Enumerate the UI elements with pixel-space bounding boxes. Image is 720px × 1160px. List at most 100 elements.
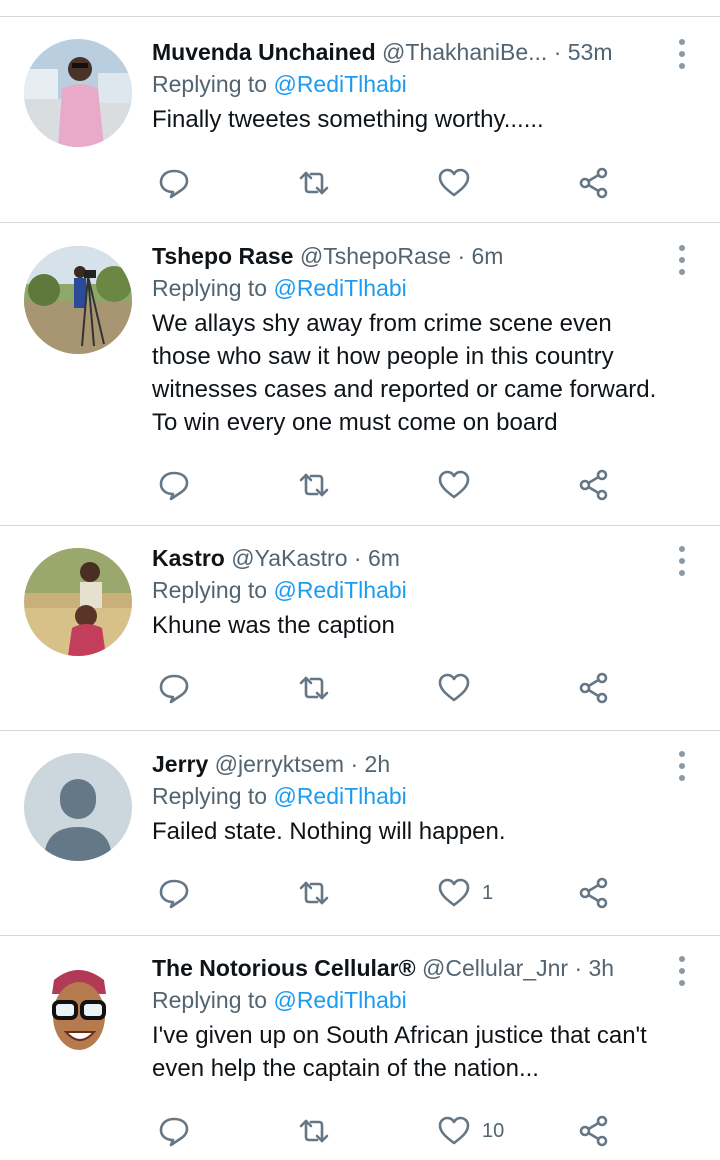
display-name[interactable]: Muvenda Unchained xyxy=(152,39,376,65)
timestamp[interactable]: · 53m xyxy=(554,39,613,65)
retweet-icon xyxy=(299,473,329,497)
mention-link[interactable]: @RediTlhabi xyxy=(273,71,406,97)
share-icon xyxy=(579,167,608,199)
tweet-header: Muvenda Unchained @ThakhaniBe... · 53m xyxy=(152,37,674,67)
retweet-button[interactable] xyxy=(296,875,332,911)
display-name[interactable]: The Notorious Cellular® xyxy=(152,955,416,981)
mention-link[interactable]: @RediTlhabi xyxy=(273,783,406,809)
tweet-header: Jerry @jerryktsem · 2h xyxy=(152,749,674,779)
mention-link[interactable]: @RediTlhabi xyxy=(273,577,406,603)
tweet-item[interactable]: Jerry @jerryktsem · 2h Replying to @Redi… xyxy=(0,731,720,936)
like-button[interactable]: 1 xyxy=(436,875,493,911)
display-name[interactable]: Kastro xyxy=(152,545,225,571)
reply-button[interactable] xyxy=(156,1113,192,1149)
share-icon xyxy=(579,672,608,704)
like-button[interactable] xyxy=(436,165,482,201)
avatar[interactable] xyxy=(24,39,132,147)
replying-to: Replying to @RediTlhabi xyxy=(152,273,674,303)
share-icon xyxy=(579,877,608,909)
tweet-text: I've given up on South African justice t… xyxy=(152,1022,647,1082)
replying-to: Replying to @RediTlhabi xyxy=(152,985,674,1015)
timestamp[interactable]: · 3h xyxy=(574,955,614,981)
replying-label: Replying to xyxy=(152,783,268,809)
share-button[interactable] xyxy=(576,467,612,503)
timestamp[interactable]: · 6m xyxy=(457,243,503,269)
handle[interactable]: @TshepoRase xyxy=(300,243,451,269)
like-icon xyxy=(438,1116,470,1145)
share-icon xyxy=(579,469,608,501)
tweet-actions xyxy=(152,467,632,503)
handle[interactable]: @ThakhaniBe... xyxy=(382,39,547,65)
reply-button[interactable] xyxy=(156,165,192,201)
mention-link[interactable]: @RediTlhabi xyxy=(273,987,406,1013)
tweet-item[interactable]: Kastro @YaKastro · 6m Replying to @RediT… xyxy=(0,526,720,731)
share-button[interactable] xyxy=(576,670,612,706)
more-icon[interactable] xyxy=(678,751,686,787)
reply-icon xyxy=(159,1117,189,1147)
tweet-item[interactable]: Tshepo Rase @TshepoRase · 6m Replying to… xyxy=(0,223,720,526)
like-count: 10 xyxy=(482,1119,505,1142)
reply-icon xyxy=(159,674,189,704)
reply-button[interactable] xyxy=(156,467,192,503)
more-icon[interactable] xyxy=(678,245,686,281)
share-icon xyxy=(579,1115,608,1147)
retweet-button[interactable] xyxy=(296,1113,332,1149)
like-count: 1 xyxy=(482,881,494,904)
handle[interactable]: @jerryktsem xyxy=(215,751,344,777)
tweet-text: We allays shy away from crime scene even… xyxy=(152,310,657,436)
tweet-actions: 10 xyxy=(152,1113,632,1149)
more-icon[interactable] xyxy=(678,39,686,75)
like-icon xyxy=(438,470,470,499)
more-icon[interactable] xyxy=(678,546,686,582)
tweet-item[interactable]: Muvenda Unchained @ThakhaniBe... · 53m R… xyxy=(0,17,720,223)
timestamp[interactable]: · 2h xyxy=(350,751,390,777)
tweet-header: The Notorious Cellular® @Cellular_Jnr · … xyxy=(152,953,674,983)
tweet-header: Kastro @YaKastro · 6m xyxy=(152,543,674,573)
like-button[interactable] xyxy=(436,670,482,706)
top-divider xyxy=(0,0,720,17)
retweet-icon xyxy=(299,881,329,905)
more-icon[interactable] xyxy=(678,956,686,992)
avatar[interactable] xyxy=(24,753,132,861)
retweet-button[interactable] xyxy=(296,467,332,503)
handle[interactable]: @Cellular_Jnr xyxy=(422,955,568,981)
avatar[interactable] xyxy=(24,958,132,1066)
replying-to: Replying to @RediTlhabi xyxy=(152,575,674,605)
replying-label: Replying to xyxy=(152,71,268,97)
reply-button[interactable] xyxy=(156,875,192,911)
tweet-actions: 1 xyxy=(152,875,632,911)
reply-icon xyxy=(159,169,189,199)
handle[interactable]: @YaKastro xyxy=(231,545,347,571)
retweet-icon xyxy=(299,676,329,700)
share-button[interactable] xyxy=(576,1113,612,1149)
tweet-item[interactable]: The Notorious Cellular® @Cellular_Jnr · … xyxy=(0,936,720,1160)
replying-to: Replying to @RediTlhabi xyxy=(152,69,674,99)
display-name[interactable]: Jerry xyxy=(152,751,208,777)
tweet-text: Failed state. Nothing will happen. xyxy=(152,818,506,845)
like-button[interactable] xyxy=(436,467,482,503)
like-icon xyxy=(438,673,470,702)
like-icon xyxy=(438,168,470,197)
retweet-icon xyxy=(299,171,329,195)
reply-icon xyxy=(159,471,189,501)
tweet-text: Khune was the caption xyxy=(152,612,395,639)
mention-link[interactable]: @RediTlhabi xyxy=(273,275,406,301)
retweet-button[interactable] xyxy=(296,670,332,706)
tweet-header: Tshepo Rase @TshepoRase · 6m xyxy=(152,241,674,271)
retweet-icon xyxy=(299,1119,329,1143)
replying-label: Replying to xyxy=(152,987,268,1013)
avatar[interactable] xyxy=(24,246,132,354)
tweet-text: Finally tweetes something worthy...... xyxy=(152,106,544,133)
display-name[interactable]: Tshepo Rase xyxy=(152,243,293,269)
replying-label: Replying to xyxy=(152,577,268,603)
like-button[interactable]: 10 xyxy=(436,1113,504,1149)
share-button[interactable] xyxy=(576,165,612,201)
reply-button[interactable] xyxy=(156,670,192,706)
like-icon xyxy=(438,878,470,907)
replying-label: Replying to xyxy=(152,275,268,301)
retweet-button[interactable] xyxy=(296,165,332,201)
share-button[interactable] xyxy=(576,875,612,911)
timestamp[interactable]: · 6m xyxy=(354,545,400,571)
avatar[interactable] xyxy=(24,548,132,656)
replying-to: Replying to @RediTlhabi xyxy=(152,781,674,811)
